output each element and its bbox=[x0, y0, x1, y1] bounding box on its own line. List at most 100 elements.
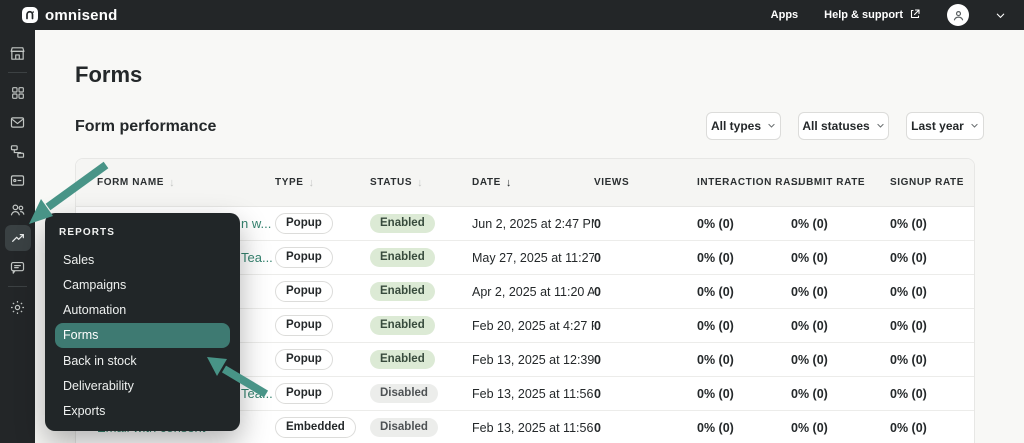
column-header-signup-rate[interactable]: SIGNUP RATE bbox=[890, 177, 974, 188]
signup-rate-cell: 0% (0) bbox=[890, 353, 974, 367]
interaction-rate-cell: 0% (0) bbox=[697, 353, 791, 367]
submit-rate-cell: 0% (0) bbox=[791, 387, 890, 401]
chevron-down-icon bbox=[767, 119, 776, 133]
column-label: DATE bbox=[472, 177, 501, 188]
filter-all-types[interactable]: All types bbox=[706, 112, 781, 140]
status-badge: Disabled bbox=[370, 418, 438, 438]
email-campaigns-icon[interactable] bbox=[0, 108, 35, 136]
status-badge: Enabled bbox=[370, 316, 435, 336]
reports-flyout-menu: REPORTS Sales Campaigns Automation Forms… bbox=[45, 213, 240, 431]
submit-rate-cell: 0% (0) bbox=[791, 353, 890, 367]
status-badge: Enabled bbox=[370, 350, 435, 370]
form-name-link[interactable]: Tea... bbox=[241, 250, 273, 265]
submit-rate-cell: 0% (0) bbox=[791, 421, 890, 435]
interaction-rate-cell: 0% (0) bbox=[697, 285, 791, 299]
avatar[interactable] bbox=[947, 4, 969, 26]
apps-grid-icon[interactable] bbox=[0, 79, 35, 107]
reports-icon[interactable] bbox=[0, 224, 35, 252]
column-label: INTERACTION RA... bbox=[697, 177, 801, 188]
column-header-submit-rate[interactable]: SUBMIT RATE bbox=[791, 177, 890, 188]
date-cell: May 27, 2025 at 11:27 AM bbox=[472, 251, 594, 265]
date-cell: Feb 13, 2025 at 11:56 AM bbox=[472, 387, 594, 401]
form-name-link[interactable]: Tea... bbox=[241, 386, 273, 401]
audience-icon[interactable] bbox=[0, 195, 35, 223]
status-badge: Enabled bbox=[370, 248, 435, 268]
column-header-status[interactable]: STATUS ↓ bbox=[370, 177, 472, 189]
sidebar-divider bbox=[8, 72, 27, 73]
chevron-down-icon bbox=[970, 119, 979, 133]
topbar: omnisend Apps Help & support bbox=[0, 0, 1024, 30]
omnisend-logo[interactable]: omnisend bbox=[0, 7, 117, 24]
signup-rate-cell: 0% (0) bbox=[890, 319, 974, 333]
column-label: SUBMIT RATE bbox=[791, 177, 865, 188]
reports-icon-active-bg bbox=[5, 225, 31, 251]
menu-item-forms[interactable]: Forms bbox=[55, 323, 230, 348]
chevron-down-icon[interactable] bbox=[995, 10, 1006, 21]
submit-rate-cell: 0% (0) bbox=[791, 217, 890, 231]
sort-icon[interactable]: ↓ bbox=[169, 177, 175, 189]
menu-item-automation[interactable]: Automation bbox=[55, 298, 230, 323]
views-cell: 0 bbox=[594, 353, 697, 367]
column-label: FORM NAME bbox=[97, 177, 164, 188]
filter-label: All types bbox=[711, 119, 761, 133]
reports-menu-header: REPORTS bbox=[59, 227, 230, 238]
type-badge: Popup bbox=[275, 247, 333, 269]
sort-icon[interactable]: ↓ bbox=[417, 177, 423, 189]
page-title: Forms bbox=[75, 62, 142, 88]
signup-rate-cell: 0% (0) bbox=[890, 421, 974, 435]
signup-rate-cell: 0% (0) bbox=[890, 387, 974, 401]
filter-all-statuses[interactable]: All statuses bbox=[798, 112, 889, 140]
views-cell: 0 bbox=[594, 251, 697, 265]
sort-icon-active[interactable]: ↓ bbox=[506, 177, 512, 189]
sms-chat-icon[interactable] bbox=[0, 253, 35, 281]
type-badge: Popup bbox=[275, 281, 333, 303]
topbar-actions: Apps Help & support bbox=[771, 4, 1024, 26]
store-icon[interactable] bbox=[0, 39, 35, 67]
menu-item-deliverability[interactable]: Deliverability bbox=[55, 373, 230, 398]
column-label: STATUS bbox=[370, 177, 412, 188]
menu-item-sales[interactable]: Sales bbox=[55, 247, 230, 272]
type-badge: Popup bbox=[275, 383, 333, 405]
column-header-interaction-rate[interactable]: INTERACTION RA... bbox=[697, 177, 791, 188]
column-header-date[interactable]: DATE ↓ bbox=[472, 177, 594, 189]
type-badge: Embedded bbox=[275, 417, 356, 439]
views-cell: 0 bbox=[594, 421, 697, 435]
sort-icon[interactable]: ↓ bbox=[309, 177, 315, 189]
apps-label: Apps bbox=[771, 9, 799, 21]
settings-gear-icon[interactable] bbox=[0, 293, 35, 321]
views-cell: 0 bbox=[594, 319, 697, 333]
views-cell: 0 bbox=[594, 285, 697, 299]
interaction-rate-cell: 0% (0) bbox=[697, 251, 791, 265]
form-name-link[interactable]: n w... bbox=[241, 216, 271, 231]
column-header-form-name[interactable]: FORM NAME ↓ bbox=[97, 177, 275, 189]
apps-link[interactable]: Apps bbox=[771, 9, 799, 21]
external-link-icon bbox=[909, 8, 921, 23]
date-cell: Jun 2, 2025 at 2:47 PM bbox=[472, 217, 594, 231]
signup-rate-cell: 0% (0) bbox=[890, 251, 974, 265]
menu-item-campaigns[interactable]: Campaigns bbox=[55, 272, 230, 297]
status-badge: Enabled bbox=[370, 282, 435, 302]
filter-date-range[interactable]: Last year bbox=[906, 112, 984, 140]
menu-item-back-in-stock[interactable]: Back in stock bbox=[55, 348, 230, 373]
column-header-type[interactable]: TYPE ↓ bbox=[275, 177, 370, 189]
signup-rate-cell: 0% (0) bbox=[890, 217, 974, 231]
signup-rate-cell: 0% (0) bbox=[890, 285, 974, 299]
submit-rate-cell: 0% (0) bbox=[791, 285, 890, 299]
chevron-down-icon bbox=[876, 119, 885, 133]
type-badge: Popup bbox=[275, 315, 333, 337]
column-header-views[interactable]: VIEWS bbox=[594, 177, 697, 188]
column-label: SIGNUP RATE bbox=[890, 177, 964, 188]
sidebar-divider bbox=[8, 286, 27, 287]
date-cell: Feb 20, 2025 at 4:27 PM bbox=[472, 319, 594, 333]
views-cell: 0 bbox=[594, 387, 697, 401]
status-badge: Disabled bbox=[370, 384, 438, 404]
sidebar bbox=[0, 30, 35, 443]
menu-item-exports[interactable]: Exports bbox=[55, 399, 230, 424]
help-support-label: Help & support bbox=[824, 9, 903, 21]
help-support-link[interactable]: Help & support bbox=[824, 8, 921, 23]
date-cell: Apr 2, 2025 at 11:20 AM bbox=[472, 285, 594, 299]
type-badge: Popup bbox=[275, 349, 333, 371]
automation-icon[interactable] bbox=[0, 137, 35, 165]
column-label: TYPE bbox=[275, 177, 304, 188]
forms-icon[interactable] bbox=[0, 166, 35, 194]
